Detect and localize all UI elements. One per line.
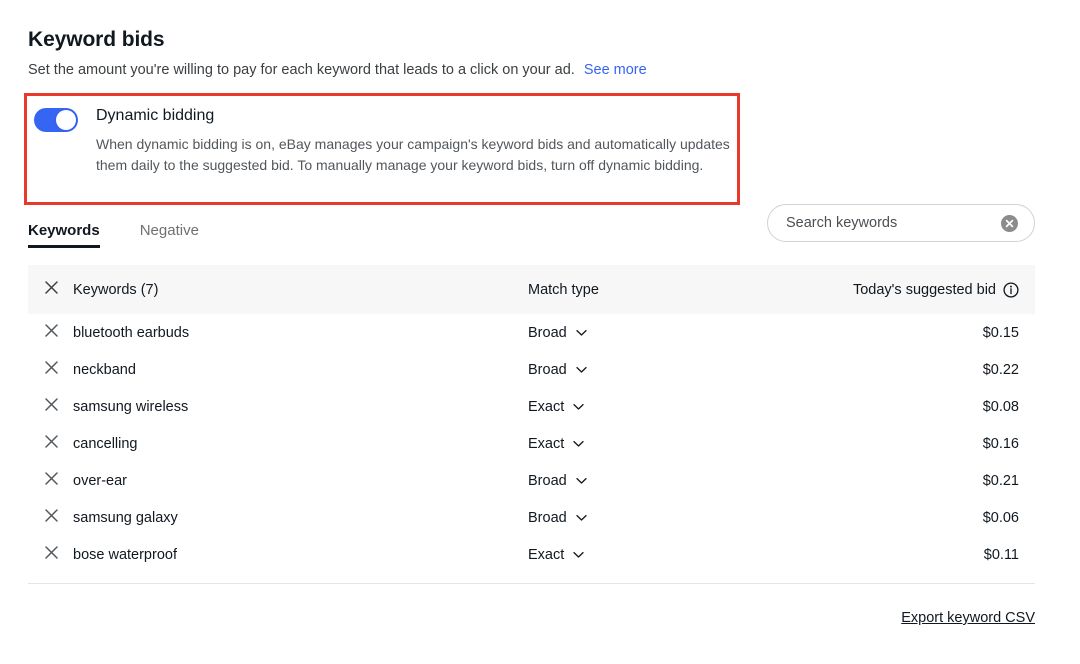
bid-value: $0.11 [983,546,1019,563]
match-type-dropdown[interactable]: Broad [528,325,587,341]
row-match-type-cell: Exact [528,547,820,563]
table-bottom-divider [28,583,1035,584]
chevron-down-icon [576,366,587,373]
dynamic-bidding-label: Dynamic bidding [96,107,215,124]
dynamic-bidding-description: When dynamic bidding is on, eBay manages… [96,136,730,173]
chevron-down-icon [576,329,587,336]
match-type-label: Broad [528,361,567,378]
table-row: neckband Broad $0.22 [28,351,1035,388]
row-bid-cell: $0.22 [820,362,1035,378]
match-type-label: Exact [528,546,565,563]
bid-value: $0.08 [982,398,1019,415]
header-label-suggested-bid: Today's suggested bid [852,281,996,298]
row-keyword-cell: samsung wireless [28,396,528,417]
remove-keyword-icon[interactable] [43,544,60,565]
page-subtitle: Set the amount you're willing to pay for… [28,62,647,78]
table-body: bluetooth earbuds Broad $0.15 neckband B… [28,314,1035,573]
chevron-down-icon [573,551,584,558]
row-keyword-cell: bluetooth earbuds [28,322,528,343]
match-type-dropdown[interactable]: Exact [528,399,584,415]
remove-keyword-icon[interactable] [43,433,60,454]
keyword-label: bluetooth earbuds [73,324,190,341]
table-row: samsung wireless Exact $0.08 [28,388,1035,425]
header-cell-keywords: Keywords (7) [28,279,528,300]
remove-keyword-icon[interactable] [43,322,60,343]
bid-value: $0.15 [982,324,1019,341]
row-bid-cell: $0.06 [820,510,1035,526]
row-match-type-cell: Broad [528,510,820,526]
keyword-bids-page: Keyword bids Set the amount you're willi… [0,0,1080,664]
keyword-label: neckband [73,361,136,378]
table-row: bluetooth earbuds Broad $0.15 [28,314,1035,351]
keyword-label: cancelling [73,435,138,452]
table-row: over-ear Broad $0.21 [28,462,1035,499]
match-type-label: Broad [528,472,567,489]
keyword-tabs: Keywords Negative [28,222,199,248]
keyword-label: samsung galaxy [73,509,178,526]
row-bid-cell: $0.15 [820,325,1035,341]
toggle-knob [56,110,76,130]
clear-search-icon[interactable] [1001,214,1018,232]
chevron-down-icon [573,403,584,410]
bid-value: $0.21 [982,472,1019,489]
keyword-label: over-ear [73,472,127,489]
close-x-icon[interactable] [43,279,60,300]
row-bid-cell: $0.08 [820,399,1035,415]
row-match-type-cell: Exact [528,436,820,452]
dynamic-bidding-toggle[interactable] [34,108,78,132]
row-keyword-cell: neckband [28,359,528,380]
match-type-label: Exact [528,398,565,415]
bid-value: $0.06 [982,509,1019,526]
keywords-table: Keywords (7) Match type Today's suggeste… [28,265,1035,573]
row-bid-cell: $0.21 [820,473,1035,489]
row-match-type-cell: Broad [528,473,820,489]
see-more-link[interactable]: See more [584,62,647,78]
header-label-keywords: Keywords (7) [73,281,159,298]
row-keyword-cell: bose waterproof [28,544,528,565]
row-keyword-cell: samsung galaxy [28,507,528,528]
header-cell-match-type: Match type [528,281,599,298]
table-row: bose waterproof Exact $0.11 [28,536,1035,573]
search-input[interactable] [784,214,1001,232]
export-keyword-csv-link[interactable]: Export keyword CSV [901,610,1035,626]
page-title: Keyword bids [28,28,165,51]
keyword-label: samsung wireless [73,398,189,415]
chevron-down-icon [573,440,584,447]
keyword-label: bose waterproof [73,546,177,563]
info-circle-icon[interactable] [1003,281,1019,298]
match-type-dropdown[interactable]: Exact [528,436,584,452]
match-type-label: Broad [528,324,567,341]
chevron-down-icon [576,477,587,484]
table-row: cancelling Exact $0.16 [28,425,1035,462]
header-cell-suggested-bid: Today's suggested bid [820,282,1035,298]
remove-keyword-icon[interactable] [43,359,60,380]
table-row: samsung galaxy Broad $0.06 [28,499,1035,536]
remove-keyword-icon[interactable] [43,470,60,491]
row-keyword-cell: cancelling [28,433,528,454]
tab-negative[interactable]: Negative [140,222,199,248]
row-bid-cell: $0.11 [820,547,1035,563]
match-type-label: Exact [528,435,565,452]
match-type-dropdown[interactable]: Broad [528,473,587,489]
row-match-type-cell: Exact [528,399,820,415]
page-subtitle-text: Set the amount you're willing to pay for… [28,62,575,78]
chevron-down-icon [576,514,587,521]
row-match-type-cell: Broad [528,325,820,341]
remove-keyword-icon[interactable] [43,396,60,417]
row-match-type-cell: Broad [528,362,820,378]
bid-value: $0.22 [982,361,1019,378]
search-keywords-box[interactable] [767,204,1035,242]
match-type-label: Broad [528,509,567,526]
match-type-dropdown[interactable]: Broad [528,362,587,378]
match-type-dropdown[interactable]: Exact [528,547,584,563]
tab-keywords[interactable]: Keywords [28,222,100,248]
row-keyword-cell: over-ear [28,470,528,491]
row-bid-cell: $0.16 [820,436,1035,452]
table-header-row: Keywords (7) Match type Today's suggeste… [28,265,1035,314]
remove-keyword-icon[interactable] [43,507,60,528]
match-type-dropdown[interactable]: Broad [528,510,587,526]
bid-value: $0.16 [982,435,1019,452]
